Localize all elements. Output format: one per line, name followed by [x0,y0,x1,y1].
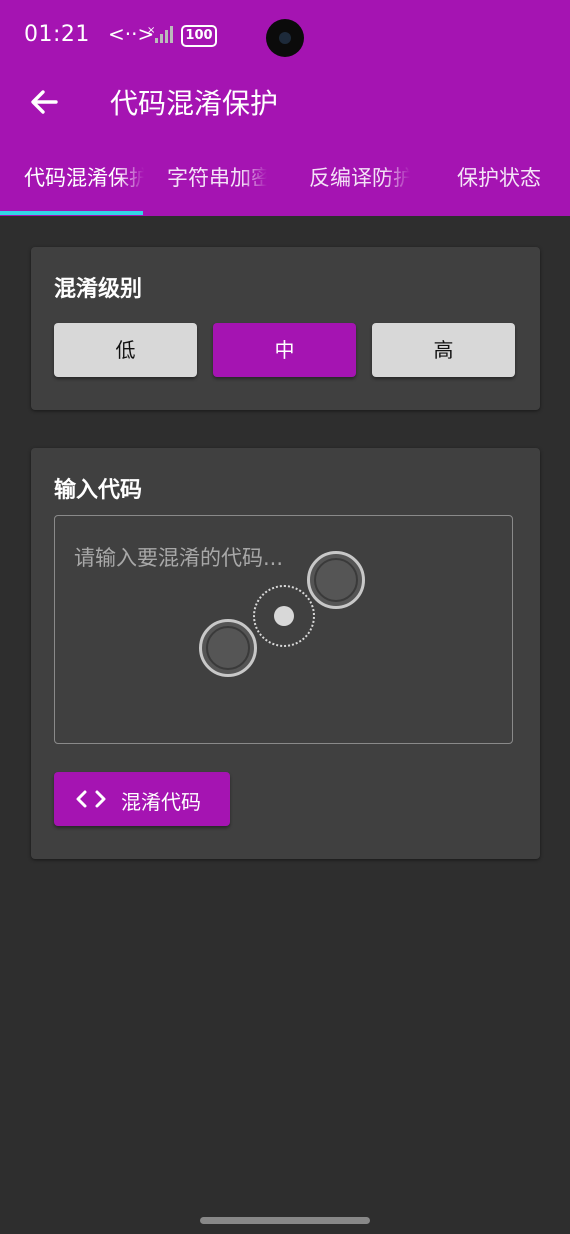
tab-label: 字符串加密 [167,166,267,190]
tab-bar: 代码混淆保护 字符串加密 反编译防护 保护状态 [0,150,570,216]
svg-text:×: × [147,25,155,36]
section-title: 输入代码 [54,478,143,503]
toolbar: 代码混淆保护 [0,70,570,134]
touch-indicator-icon [307,551,365,609]
level-medium-button[interactable]: 中 [213,323,356,377]
touch-indicator-icon [199,619,257,677]
tab-label: 保护状态 [457,166,541,190]
app-bar: 01:21 <··> × 100 代码混淆保护 代码混淆保护 字符串加密 反编译… [0,0,570,216]
obfuscate-code-button[interactable]: 混淆代码 [54,772,230,826]
tab-protection-status[interactable]: 保护状态 [457,150,557,216]
code-input-card: 输入代码 请输入要混淆的代码... 混淆代码 [31,448,540,859]
obfuscate-button-label: 混淆代码 [121,790,201,814]
page-title: 代码混淆保护 [110,87,279,120]
code-icon [76,790,106,808]
touch-center-dot-icon [274,606,294,626]
level-high-button[interactable]: 高 [372,323,515,377]
status-time: 01:21 [24,22,90,47]
section-title: 混淆级别 [54,277,143,302]
tab-indicator [0,211,143,215]
signal-icon: × [147,25,173,43]
status-bar: 01:21 <··> × 100 [0,0,570,70]
tab-label: 反编译防护 [309,166,410,190]
level-low-button[interactable]: 低 [54,323,197,377]
obfuscation-level-card: 混淆级别 低 中 高 [31,247,540,410]
camera-cutout [266,19,304,57]
battery-icon: 100 [181,25,217,47]
tab-anti-decompile[interactable]: 反编译防护 [309,150,410,216]
back-arrow-icon[interactable] [26,84,62,120]
code-input-placeholder: 请输入要混淆的代码... [74,546,284,570]
home-indicator[interactable] [200,1217,370,1224]
tab-label: 代码混淆保护 [24,166,144,190]
tab-code-obfuscation[interactable]: 代码混淆保护 [0,150,144,216]
tab-string-encryption[interactable]: 字符串加密 [167,150,267,216]
